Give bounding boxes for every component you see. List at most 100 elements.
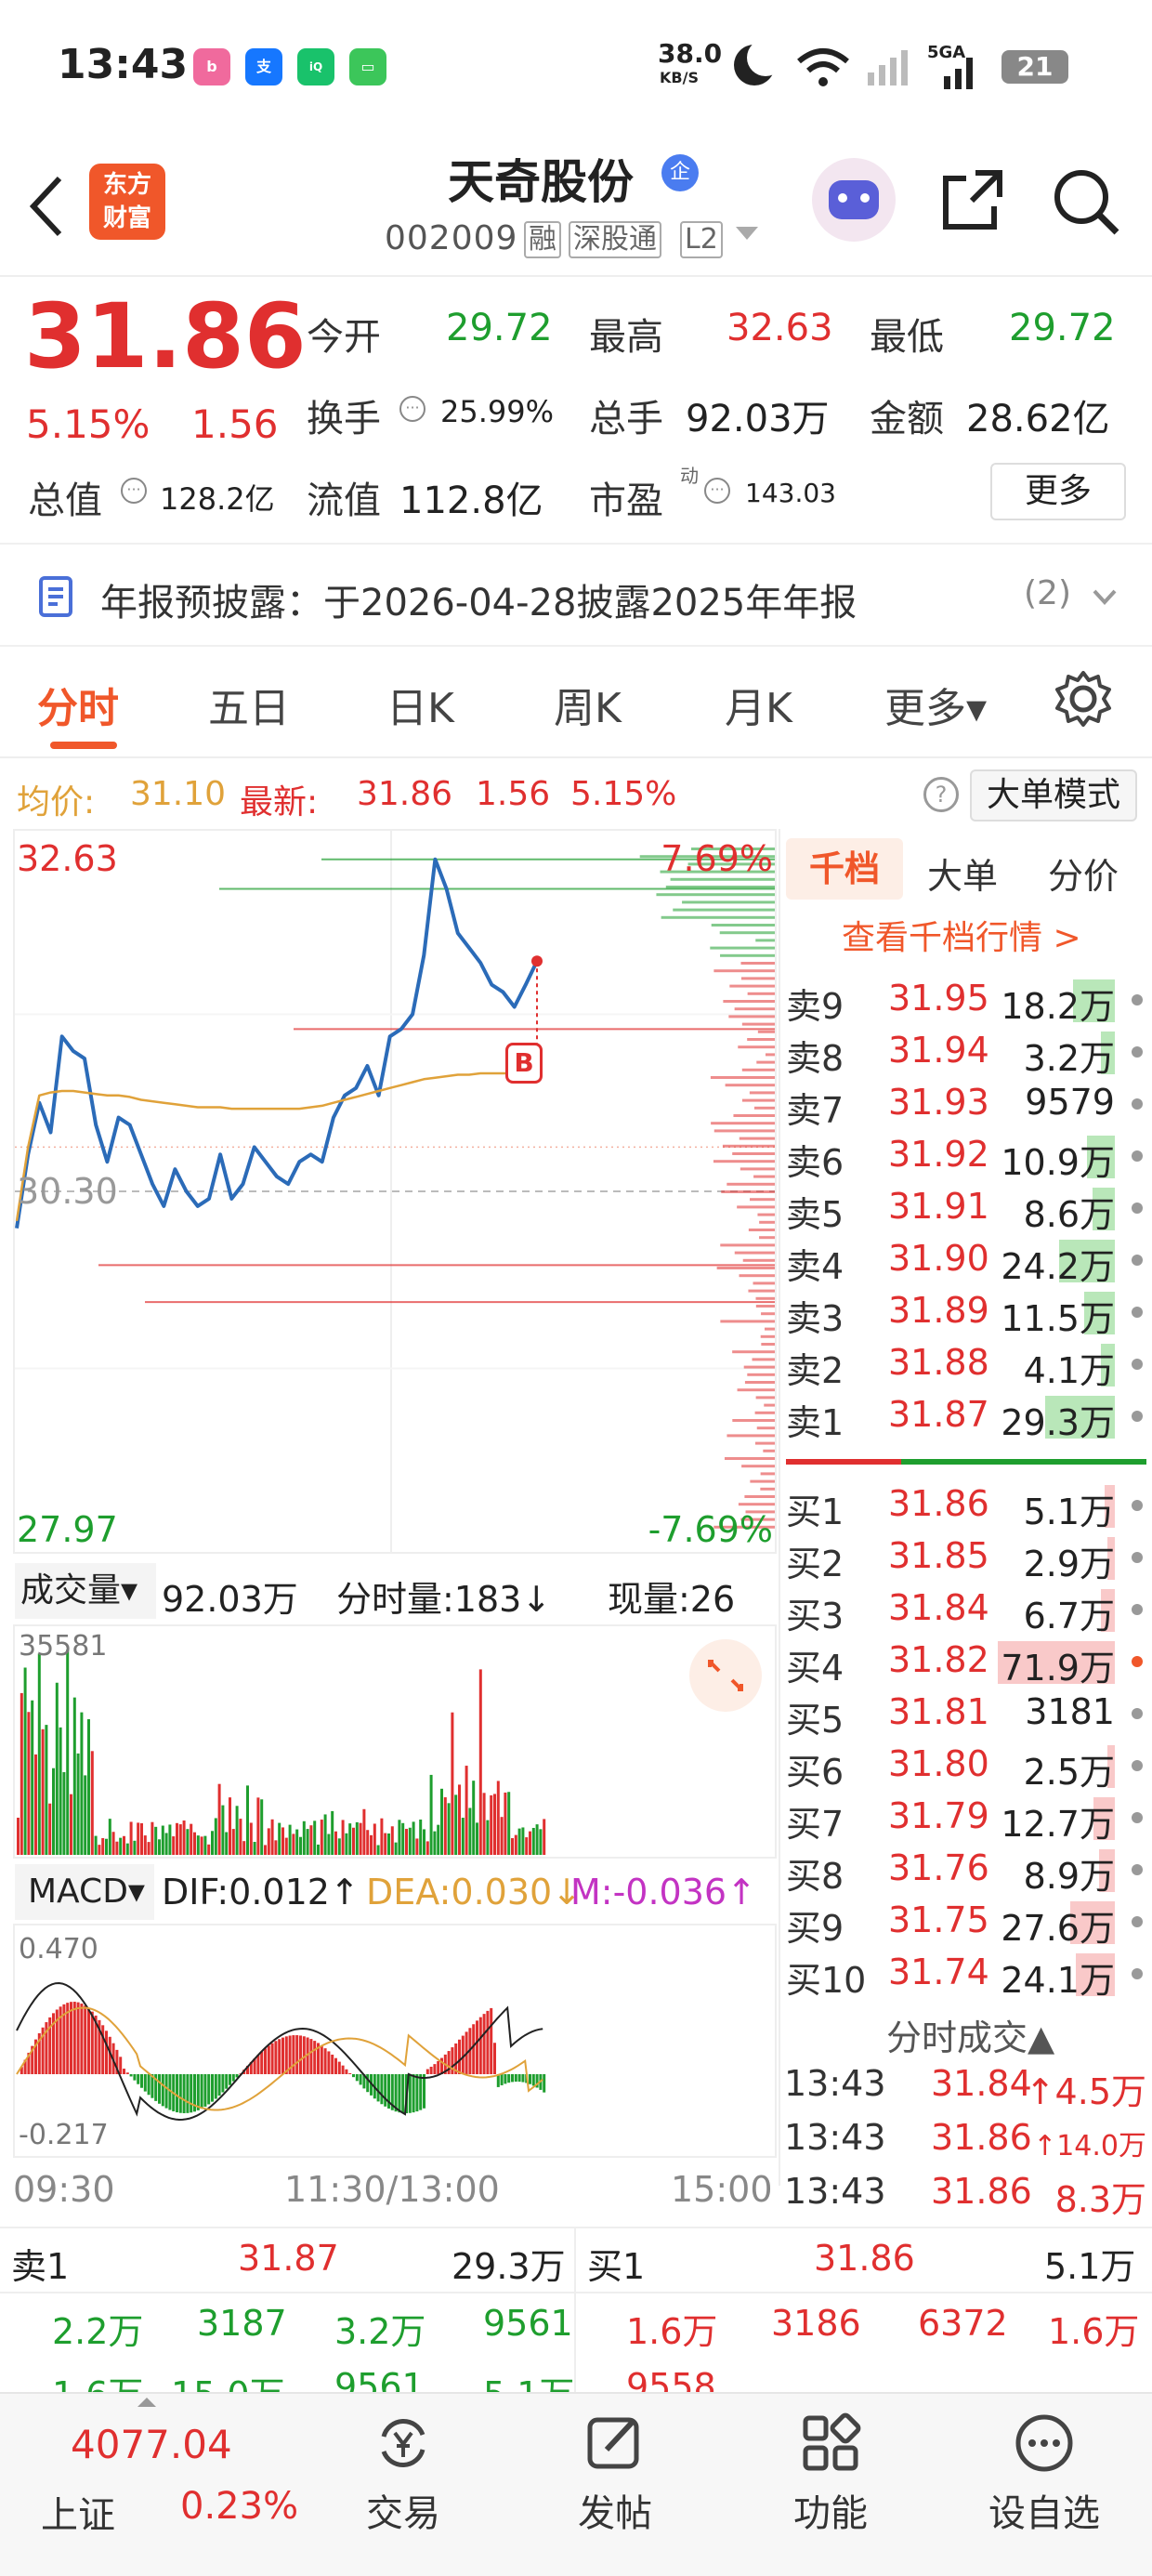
search-icon[interactable] xyxy=(1050,165,1122,238)
volume-bar xyxy=(225,1832,229,1855)
index-collapse-icon[interactable] xyxy=(137,2398,156,2407)
volume-bar xyxy=(309,1825,313,1855)
help-icon[interactable]: ? xyxy=(923,777,959,812)
settings-gear-icon[interactable] xyxy=(1054,669,1113,729)
volume-bar xyxy=(366,1830,370,1855)
intraday-chart[interactable]: 32.63 7.69% 30.30 27.97 -7.69% B xyxy=(13,829,777,1554)
nav-add-watchlist[interactable]: 设自选 xyxy=(951,2394,1137,2537)
sell-row[interactable]: 卖3 31.89 11.5万 xyxy=(784,1284,1152,1339)
notice-bar[interactable]: 年报预披露：于2026-04-28披露2025年年报 (2) xyxy=(0,543,1152,647)
more-button[interactable]: 更多 xyxy=(990,463,1126,520)
buy-row[interactable]: 买3 31.84 6.7万 xyxy=(784,1582,1152,1636)
volume-bar xyxy=(31,1700,34,1855)
high-label: 最高 xyxy=(589,316,663,359)
alipay-icon: 支 xyxy=(245,48,282,85)
buy-row[interactable]: 买1 31.86 5.1万 xyxy=(784,1478,1152,1532)
volume-bar xyxy=(229,1797,231,1855)
nav-trade[interactable]: 交易 xyxy=(310,2394,496,2537)
tab-intraday[interactable]: 分时 xyxy=(37,675,119,734)
buy-row[interactable]: 买4 31.82 71.9万 xyxy=(784,1634,1152,1689)
tab-daily-k[interactable]: 日K xyxy=(386,675,454,734)
pe-value: 143.03 xyxy=(745,478,836,508)
volume-bar xyxy=(341,1820,345,1855)
volume-bar xyxy=(493,1794,496,1855)
sell-row[interactable]: 卖8 31.94 3.2万 xyxy=(784,1024,1152,1079)
big-order-mode-button[interactable]: 大单模式 xyxy=(970,769,1137,821)
tag-level2: L2 xyxy=(680,221,723,258)
tab-price-dist[interactable]: 分价 xyxy=(1048,848,1119,899)
notice-count: (2) xyxy=(1024,574,1071,612)
index-name[interactable]: 上证 xyxy=(41,2485,115,2539)
tab-monthly-k[interactable]: 月K xyxy=(725,675,792,734)
macd-histogram-bar xyxy=(72,2002,76,2074)
macd-selector[interactable]: MACD▾ xyxy=(15,1864,154,1920)
sell-row[interactable]: 卖2 31.88 4.1万 xyxy=(784,1336,1152,1391)
macd-histogram-bar xyxy=(500,2074,504,2085)
sell-level-dot xyxy=(1132,1098,1143,1110)
info-bar: 均价: 31.10 最新: 31.86 1.56 5.15% ? 大单模式 xyxy=(0,760,1152,825)
dropdown-icon[interactable] xyxy=(736,227,758,240)
thousand-level-link[interactable]: 查看千档行情 > xyxy=(842,911,1081,959)
buy-row[interactable]: 买8 31.76 8.9万 xyxy=(784,1842,1152,1897)
time-axis-mid: 11:30/13:00 xyxy=(284,2169,500,2210)
net-speed-unit: KB/S xyxy=(660,69,699,86)
tick-tape-title[interactable]: 分时成交▲ xyxy=(886,2009,1054,2060)
volume-bar xyxy=(108,1819,111,1855)
macd-chart[interactable]: 0.470 -0.217 xyxy=(13,1924,777,2158)
sell-row[interactable]: 卖6 31.92 10.9万 xyxy=(784,1128,1152,1183)
sell-row[interactable]: 卖1 31.87 29.3万 xyxy=(784,1388,1152,1443)
volume-bar xyxy=(90,1751,94,1855)
macd-histogram-bar xyxy=(256,2055,260,2074)
back-icon[interactable] xyxy=(26,173,67,240)
buy-row[interactable]: 买7 31.79 12.7万 xyxy=(784,1790,1152,1845)
buy-row[interactable]: 买10 31.74 24.1万 xyxy=(784,1946,1152,2001)
tick-time: 13:43 xyxy=(784,2063,886,2104)
tab-weekly-k[interactable]: 周K xyxy=(554,675,622,734)
share-icon[interactable] xyxy=(938,165,1007,234)
macd-histogram-bar xyxy=(384,2074,387,2107)
open-label: 今开 xyxy=(307,316,381,359)
latest-value: 31.86 xyxy=(357,775,453,813)
sell-row[interactable]: 卖4 31.90 24.2万 xyxy=(784,1232,1152,1287)
nav-post[interactable]: 发帖 xyxy=(522,2394,708,2537)
assistant-avatar[interactable] xyxy=(812,158,896,242)
nav-functions[interactable]: 功能 xyxy=(738,2394,923,2537)
turnover-label: 换手 xyxy=(307,398,381,440)
tab-more[interactable]: 更多▾ xyxy=(884,675,987,734)
depth-bar xyxy=(756,1060,775,1064)
volume-bar xyxy=(52,1768,55,1855)
volume-chart[interactable]: 35581 xyxy=(13,1624,777,1859)
buy-row[interactable]: 买2 31.85 2.9万 xyxy=(784,1530,1152,1584)
status-bar: 13:43 b 支 iQ ▭ 38.0 KB/S 5GA 21 xyxy=(0,0,1152,139)
depth-bar xyxy=(727,1182,775,1186)
expand-button[interactable] xyxy=(689,1639,762,1712)
buy-row[interactable]: 买5 31.81 3181 xyxy=(784,1686,1152,1741)
macd-histogram-bar xyxy=(345,2069,348,2074)
macd-histogram-bar xyxy=(486,2010,490,2074)
sell-row[interactable]: 卖7 31.93 9579 xyxy=(784,1076,1152,1131)
volume-selector[interactable]: 成交量▾ xyxy=(15,1563,156,1619)
macd-histogram-bar xyxy=(143,2074,147,2092)
macd-histogram-bar xyxy=(221,2074,225,2093)
buy-row[interactable]: 买6 31.80 2.5万 xyxy=(784,1738,1152,1793)
volume-bar xyxy=(429,1774,433,1855)
volume-bar xyxy=(94,1835,98,1855)
volume-bar xyxy=(376,1845,380,1855)
sell-row[interactable]: 卖9 31.95 18.2万 xyxy=(784,972,1152,1027)
tab-five-day[interactable]: 五日 xyxy=(208,675,290,734)
pe-info-icon[interactable]: ··· xyxy=(704,478,730,504)
turnover-info-icon[interactable]: ··· xyxy=(399,396,425,422)
bottom-book-overflow: 1.6万 15.0万 9561 5.1万 9558 xyxy=(0,2360,1152,2392)
index-pct[interactable]: 0.23% xyxy=(180,2485,298,2528)
tab-big-order[interactable]: 大单 xyxy=(927,848,998,899)
sell-row[interactable]: 卖5 31.91 8.6万 xyxy=(784,1180,1152,1235)
buy-detail-5: 9558 xyxy=(626,2366,716,2392)
report-icon xyxy=(39,576,72,617)
mktcap-info-icon[interactable]: ··· xyxy=(121,478,147,504)
buy-marker[interactable]: B xyxy=(505,1043,543,1084)
index-value[interactable]: 4077.04 xyxy=(71,2422,232,2467)
tab-thousand-level[interactable]: 千档 xyxy=(786,838,903,900)
volume-bar xyxy=(299,1836,302,1855)
buy-row[interactable]: 买9 31.75 27.6万 xyxy=(784,1894,1152,1949)
depth-bar xyxy=(741,1098,775,1102)
